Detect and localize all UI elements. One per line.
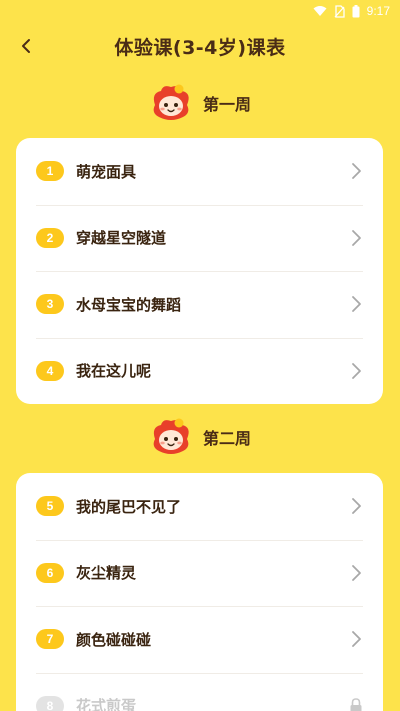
lesson-title: 我的尾巴不见了 [76,497,182,516]
status-bar: 9:17 [0,0,400,22]
lesson-number-badge: 5 [36,496,64,517]
lesson-title: 萌宠面具 [76,162,137,181]
lesson-number-badge: 3 [36,294,64,315]
page-title: 体验课(3-4岁)课表 [114,36,286,59]
chevron-right-icon [352,229,361,246]
chevron-right-icon [352,362,361,379]
lesson-number-badge: 4 [36,360,64,381]
week-title: 第二周 [202,429,251,448]
week-heading-1: 第一周 [0,83,400,123]
week-title: 第一周 [202,95,251,114]
chevron-right-icon [352,163,361,180]
lesson-number-badge: 2 [36,227,64,248]
lesson-title: 我在这儿呢 [76,362,152,381]
week-1-lesson-list: 1 萌宠面具 2 穿越星空隧道 3 水母宝宝的舞蹈 4 我在这儿呢 [16,138,383,404]
lesson-row-3[interactable]: 3 水母宝宝的舞蹈 [16,271,383,338]
lesson-row-7[interactable]: 7 颜色碰碰碰 [16,606,383,673]
week-heading-2: 第二周 [0,417,400,457]
lesson-title: 水母宝宝的舞蹈 [76,295,182,314]
header: 体验课(3-4岁)课表 [0,24,400,68]
lesson-title: 花式煎蛋 [76,697,137,711]
lion-mascot-icon [153,418,189,454]
lesson-title: 灰尘精灵 [76,564,137,583]
no-sim-icon [334,4,345,18]
chevron-right-icon [352,296,361,313]
lesson-row-6[interactable]: 6 灰尘精灵 [16,539,383,607]
lesson-title: 穿越星空隧道 [76,229,167,248]
week-2-lesson-list: 5 我的尾巴不见了 6 灰尘精灵 7 颜色碰碰碰 8 花式煎蛋 [16,473,383,711]
lesson-row-2[interactable]: 2 穿越星空隧道 [16,204,383,272]
lock-icon [350,697,362,711]
wifi-icon [313,6,327,16]
lesson-row-8[interactable]: 8 花式煎蛋 [16,672,383,711]
lesson-title: 颜色碰碰碰 [76,630,152,649]
chevron-right-icon [352,498,361,515]
lesson-row-4[interactable]: 4 我在这儿呢 [16,337,383,405]
lesson-number-badge: 7 [36,629,64,650]
lion-mascot-icon [153,84,189,120]
back-button[interactable] [8,28,44,64]
battery-icon [352,4,360,17]
lesson-number-badge: 1 [36,161,64,182]
lesson-row-1[interactable]: 1 萌宠面具 [16,138,383,205]
lesson-row-5[interactable]: 5 我的尾巴不见了 [16,473,383,540]
chevron-right-icon [352,631,361,648]
chevron-right-icon [352,564,361,581]
chevron-left-icon [22,39,30,53]
status-time: 9:17 [366,4,390,18]
lesson-number-badge: 6 [36,562,64,583]
lesson-number-badge: 8 [36,695,64,711]
